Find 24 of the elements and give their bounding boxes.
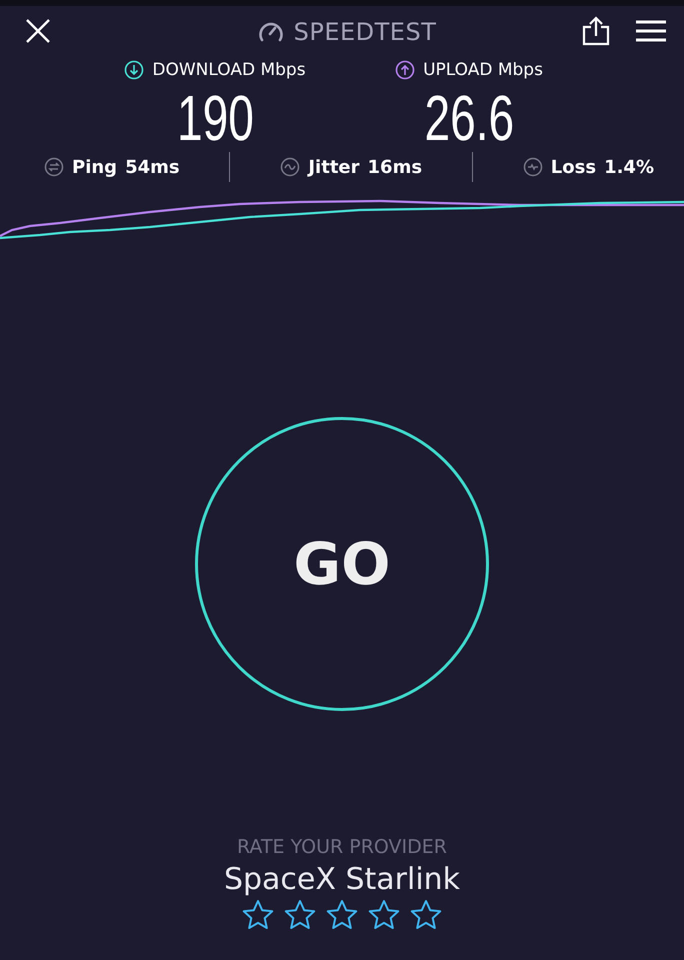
stat-label: Jitter: [308, 156, 360, 178]
result-value: 26.6: [424, 82, 514, 154]
star-icon[interactable]: [326, 899, 358, 930]
result-label: UPLOAD Mbps: [423, 60, 543, 80]
stat-value: 54ms: [125, 156, 180, 178]
go-button[interactable]: GO: [195, 417, 489, 711]
star-icon[interactable]: [284, 899, 316, 930]
star-icon[interactable]: [368, 899, 400, 930]
star-icon[interactable]: [410, 899, 442, 930]
star-icon[interactable]: [242, 899, 274, 930]
app-title: SPEEDTEST: [294, 18, 436, 46]
stat-label: Loss: [550, 156, 596, 178]
loss-icon: [522, 157, 543, 177]
stat-value: 16ms: [368, 156, 422, 178]
stat-value: 1.4%: [604, 156, 654, 178]
stat-label: Ping: [72, 156, 118, 178]
rating-prompt: RATE YOUR PROVIDER: [237, 836, 447, 858]
speedometer-icon: [258, 20, 284, 44]
jitter-icon: [280, 157, 300, 177]
ping-icon: [44, 157, 64, 177]
provider-name: SpaceX Starlink: [224, 862, 460, 897]
menu-button[interactable]: [636, 20, 666, 44]
result-label: DOWNLOAD Mbps: [152, 60, 306, 80]
result-value: 190: [176, 82, 254, 154]
